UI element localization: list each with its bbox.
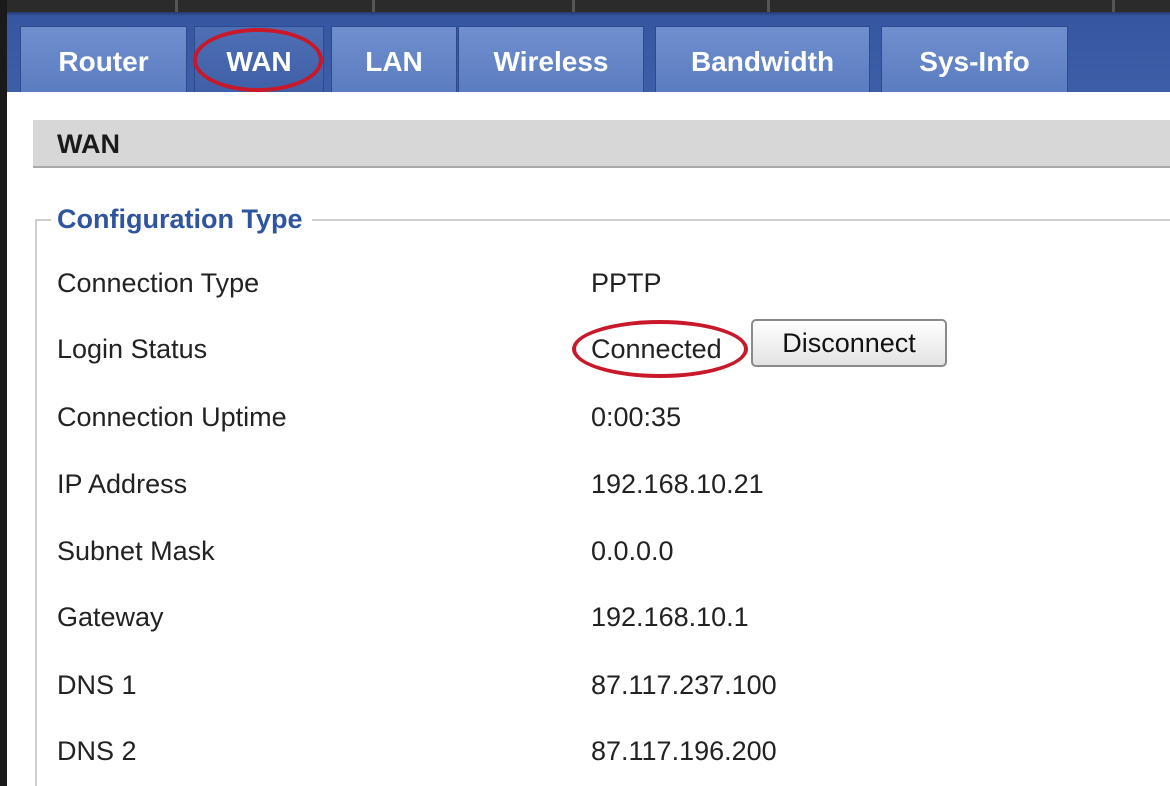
row-label: Gateway [57, 602, 164, 632]
tab-label: Bandwidth [690, 45, 835, 77]
tab-label: LAN [365, 45, 423, 77]
section-title: WAN [33, 120, 1170, 168]
tab-lan[interactable]: LAN [331, 26, 457, 92]
row-dns2: DNS 2 87.117.196.200 [37, 731, 1170, 771]
row-value: 0.0.0.0 [591, 536, 674, 566]
tab-bandwidth[interactable]: Bandwidth [655, 26, 870, 92]
row-label: Connection Type [57, 268, 260, 298]
tab-wireless[interactable]: Wireless [458, 26, 644, 92]
router-admin-page: Router WAN LAN Wireless Bandwidth Sys-In… [0, 0, 1170, 786]
row-label: Login Status [57, 334, 208, 364]
row-value: 0:00:35 [591, 402, 682, 432]
tab-label: WAN [226, 45, 292, 77]
top-strip [7, 0, 1170, 12]
main-content: WAN Configuration Type Connection Type P… [7, 92, 1170, 786]
row-connection-type: Connection Type PPTP [37, 263, 1170, 303]
row-label: DNS 1 [57, 670, 137, 700]
tab-wan[interactable]: WAN [194, 26, 324, 92]
row-login-status: Login Status Connected Disconnect [37, 319, 1170, 369]
row-value: 192.168.10.21 [591, 469, 764, 499]
fieldset-legend: Configuration Type [51, 199, 313, 239]
tab-label: Sys-Info [919, 45, 1030, 77]
row-ip-address: IP Address 192.168.10.21 [37, 464, 1170, 504]
disconnect-button[interactable]: Disconnect [751, 319, 947, 367]
row-label: IP Address [57, 469, 188, 499]
row-subnet-mask: Subnet Mask 0.0.0.0 [37, 531, 1170, 571]
tab-label: Wireless [493, 45, 609, 77]
configuration-fieldset: Configuration Type Connection Type PPTP … [35, 199, 1170, 786]
tab-sys-info[interactable]: Sys-Info [881, 26, 1068, 92]
row-value: 192.168.10.1 [591, 602, 749, 632]
row-label: Subnet Mask [57, 536, 215, 566]
row-value: 87.117.196.200 [591, 736, 777, 766]
row-gateway: Gateway 192.168.10.1 [37, 597, 1170, 637]
login-status-value: Connected [591, 334, 722, 364]
row-label: DNS 2 [57, 736, 137, 766]
row-connection-uptime: Connection Uptime 0:00:35 [37, 397, 1170, 437]
window-edge [0, 0, 7, 786]
row-label: Connection Uptime [57, 402, 287, 432]
row-value: PPTP [591, 268, 662, 298]
tab-label: Router [58, 45, 149, 77]
nav-tabs: Router WAN LAN Wireless Bandwidth Sys-In… [7, 26, 1170, 92]
row-dns1: DNS 1 87.117.237.100 [37, 665, 1170, 705]
row-value: 87.117.237.100 [591, 670, 777, 700]
tab-router[interactable]: Router [20, 26, 187, 92]
